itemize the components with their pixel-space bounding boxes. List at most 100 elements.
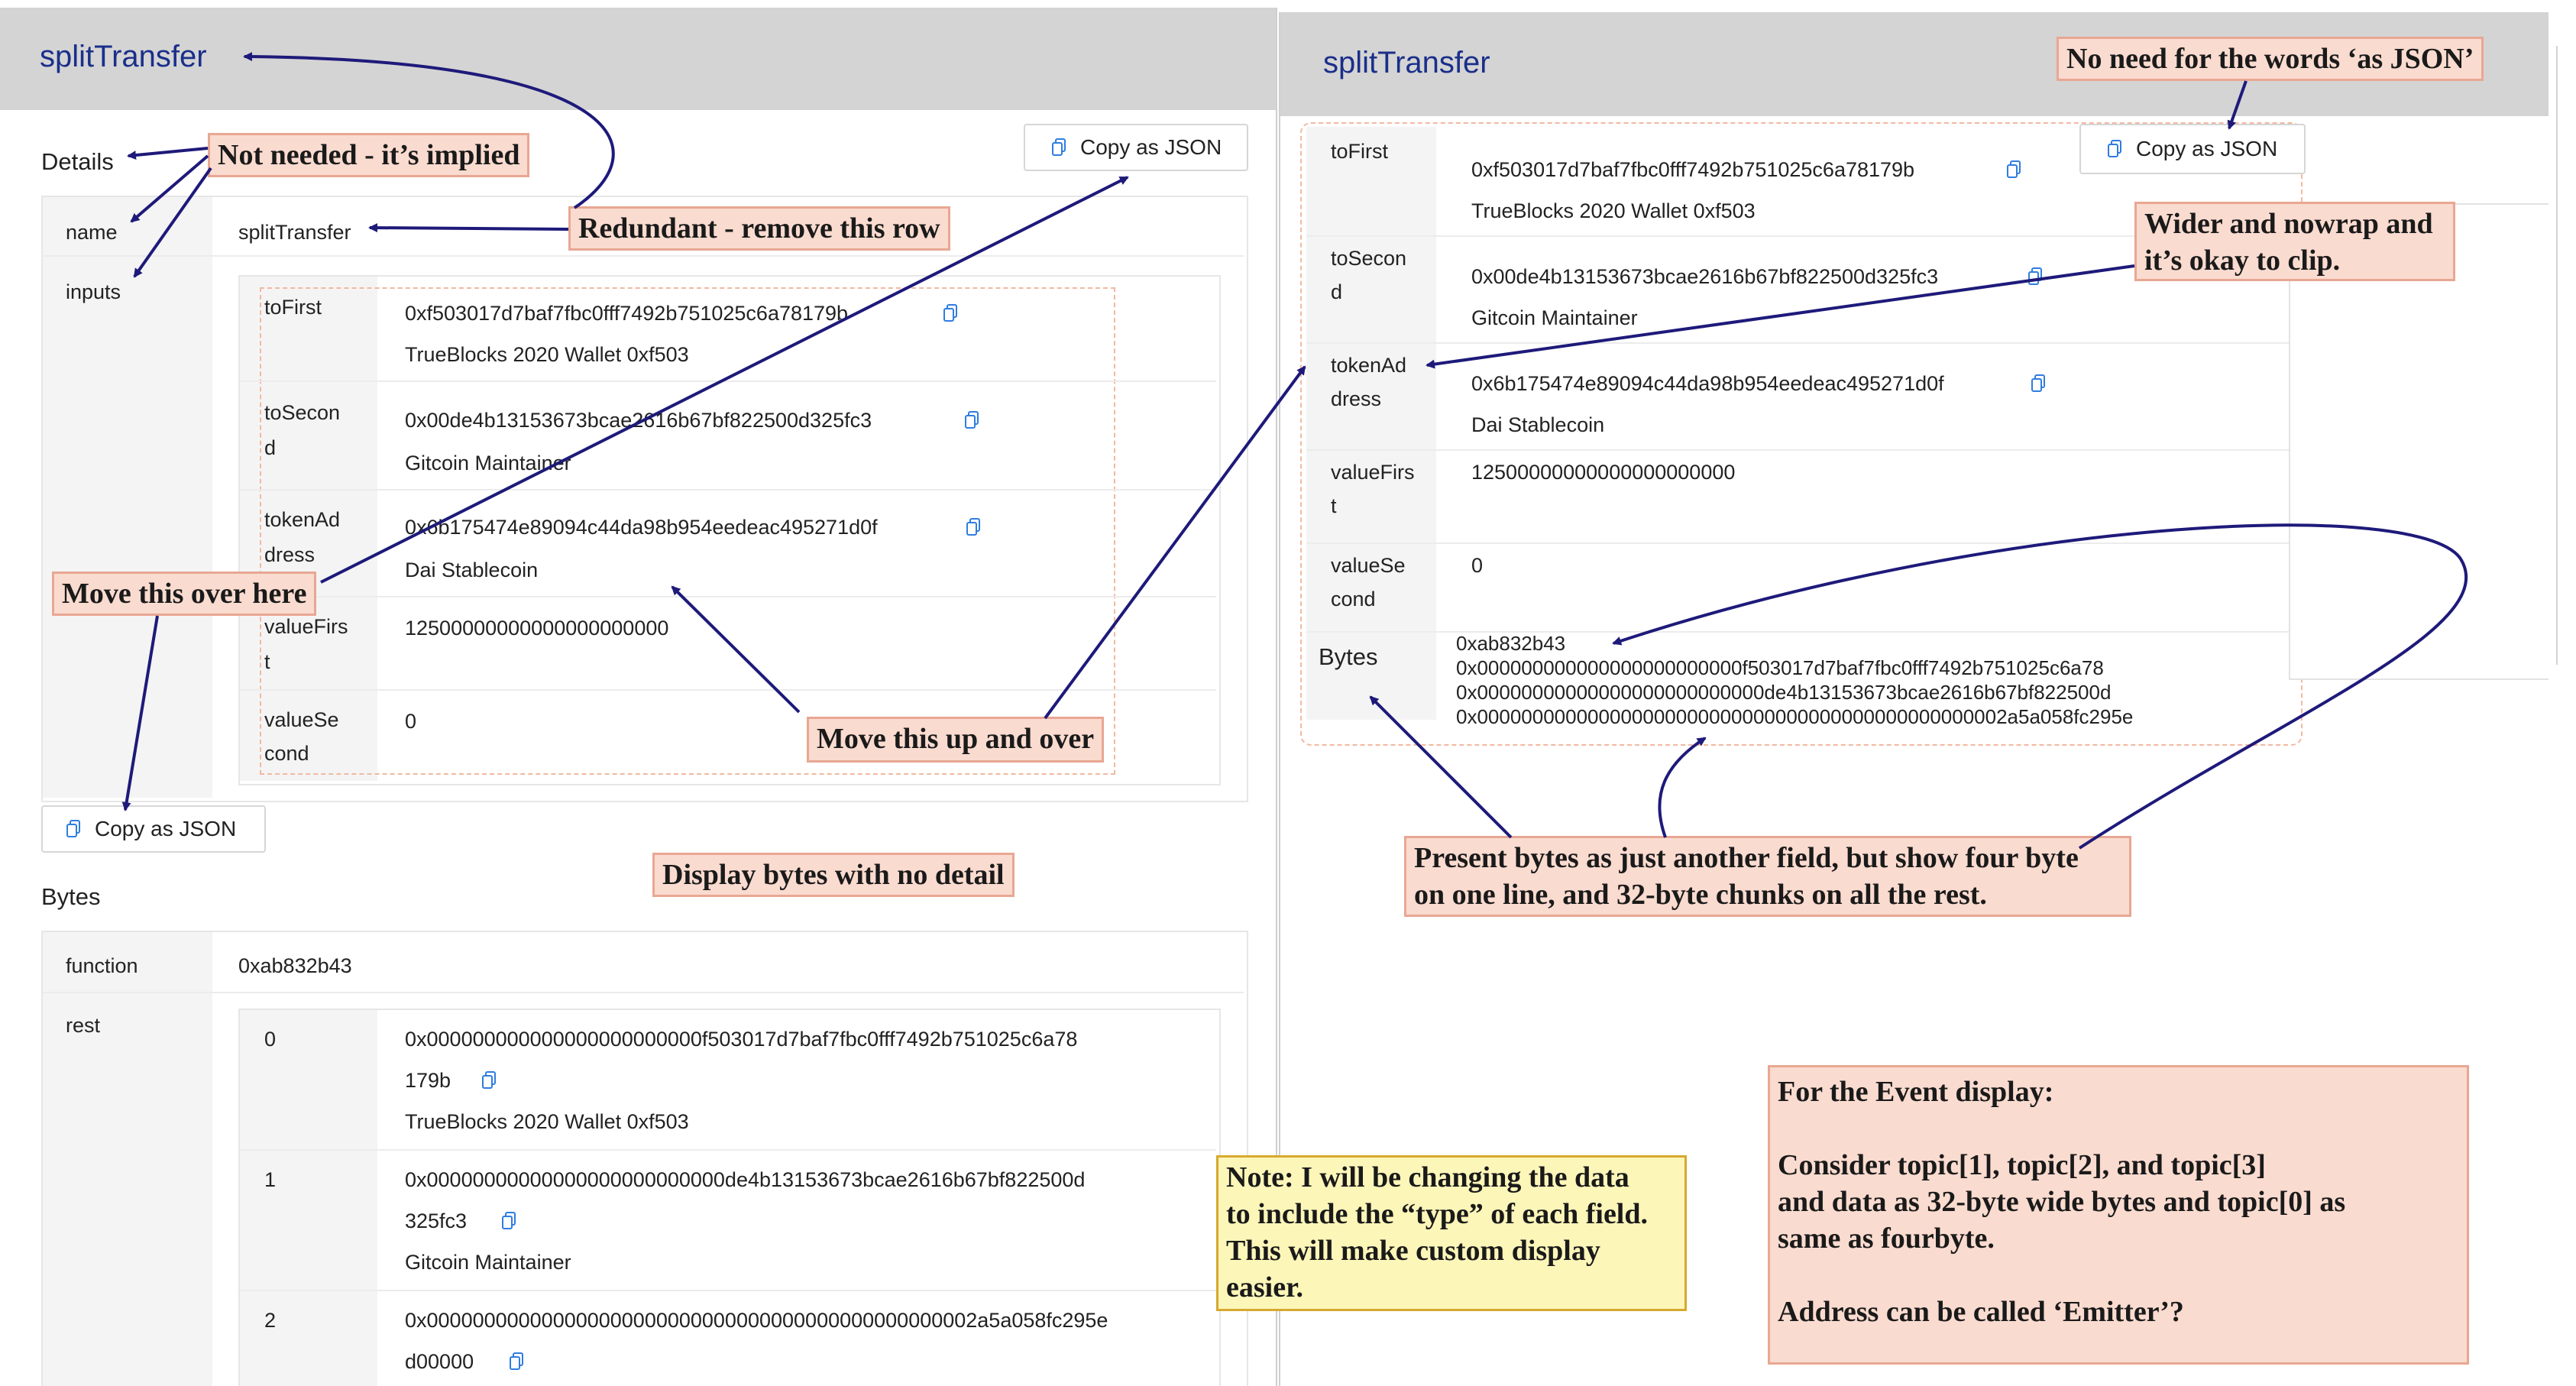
copy-icon — [2108, 140, 2121, 157]
copy-icon — [66, 820, 80, 837]
field-label-valuefirst-1: valueFirs — [1331, 461, 1415, 484]
annotation-note-line-4: easier. — [1226, 1271, 1303, 1303]
copy-icon — [1052, 138, 1066, 156]
annotation-no-need: No need for the words ‘as JSON’ — [2057, 37, 2484, 81]
input-sub-tosecond: Gitcoin Maintainer — [405, 452, 571, 474]
copy-json-bottom-button[interactable]: Copy as JSON — [41, 805, 266, 853]
input-value-valuefirst[interactable]: 12500000000000000000000 — [405, 611, 668, 645]
input-label-valuesecond-2: cond — [264, 742, 309, 765]
rest-index-column — [240, 1010, 377, 1386]
left-header: splitTransfer — [0, 8, 1276, 110]
rest-line1-1[interactable]: 0x00000000000000000000000000de4b13153673… — [405, 1163, 1085, 1197]
annotation-event-display: For the Event display: Consider topic[1]… — [1768, 1065, 2469, 1365]
copy-icon[interactable] — [966, 518, 981, 536]
copy-json-right-label: Copy as JSON — [2136, 137, 2278, 160]
copy-icon[interactable] — [2027, 267, 2043, 286]
row-divider — [43, 255, 1244, 257]
copy-icon[interactable] — [481, 1071, 497, 1090]
annotation-move-up: Move this up and over — [807, 717, 1105, 763]
annotation-event-line-4: same as fourbyte. — [1778, 1222, 1995, 1255]
details-label: Details — [41, 148, 114, 175]
field-label-tosecond-1: toSecon — [1331, 247, 1407, 270]
bytes-line-chunk-2[interactable]: 0x00000000000000000000000000de4b13153673… — [1456, 680, 2111, 704]
name-label: name — [66, 221, 118, 244]
inputs-label: inputs — [66, 280, 121, 303]
field-sub-tokenaddress: Dai Stablecoin — [1471, 413, 1605, 436]
row-divider — [1306, 342, 2296, 344]
field-sub-tofirst: TrueBlocks 2020 Wallet 0xf503 — [1471, 199, 1756, 222]
field-value-tokenaddress[interactable]: 0x6b175474e89094c44da98b954eedeac495271d… — [1471, 367, 1944, 400]
input-value-tofirst[interactable]: 0xf503017d7baf7fbc0fff7492b751025c6a7817… — [405, 296, 848, 330]
row-divider — [1306, 631, 2296, 633]
field-value-tofirst[interactable]: 0xf503017d7baf7fbc0fff7492b751025c6a7817… — [1471, 153, 1914, 186]
bytes-label-column — [43, 932, 212, 1386]
field-label-tosecond-2: d — [1331, 280, 1343, 303]
annotation-move-over: Move this over here — [52, 572, 317, 616]
input-value-tosecond[interactable]: 0x00de4b13153673bcae2616b67bf822500d325f… — [405, 403, 872, 437]
field-label-tokenaddress-1: tokenAd — [1331, 354, 1407, 377]
rest-label: rest — [66, 1014, 101, 1037]
bytes-line-chunk-1[interactable]: 0x000000000000000000000000f503017d7baf7f… — [1456, 656, 2104, 680]
input-sub-tofirst: TrueBlocks 2020 Wallet 0xf503 — [405, 343, 689, 366]
row-divider — [43, 992, 1244, 993]
row-divider — [240, 689, 1216, 691]
copy-icon[interactable] — [2031, 374, 2046, 393]
field-sub-tosecond: Gitcoin Maintainer — [1471, 306, 1638, 329]
field-label-valuesecond-1: valueSe — [1331, 554, 1406, 577]
row-divider — [1306, 449, 2296, 451]
copy-icon[interactable] — [501, 1212, 516, 1230]
annotation-wider: Wider and nowrap and it’s okay to clip. — [2134, 202, 2455, 281]
input-value-valuesecond[interactable]: 0 — [405, 704, 416, 738]
right-title: splitTransfer — [1323, 46, 1490, 79]
copy-icon[interactable] — [964, 411, 979, 429]
field-value-tosecond[interactable]: 0x00de4b13153673bcae2616b67bf822500d325f… — [1471, 260, 1938, 293]
field-label-tofirst: toFirst — [1331, 140, 1389, 163]
annotation-wider-line-1: Wider and nowrap and — [2144, 208, 2433, 240]
annotation-note-type: Note: I will be changing the data to inc… — [1216, 1155, 1687, 1311]
rest-index-1: 1 — [264, 1168, 277, 1191]
field-value-valuefirst[interactable]: 12500000000000000000000 — [1471, 455, 1735, 489]
row-divider — [240, 489, 1216, 491]
input-label-valuefirst-2: t — [264, 650, 270, 673]
input-sub-tokenaddress: Dai Stablecoin — [405, 559, 539, 581]
rest-sub-1: Gitcoin Maintainer — [405, 1251, 571, 1274]
field-value-valuesecond[interactable]: 0 — [1471, 549, 1483, 582]
rest-sub-0: TrueBlocks 2020 Wallet 0xf503 — [405, 1110, 689, 1133]
annotation-event-line-3: and data as 32-byte wide bytes and topic… — [1778, 1186, 2346, 1218]
copy-json-right-button[interactable]: Copy as JSON — [2079, 124, 2306, 174]
input-label-tokenaddress-1: tokenAd — [264, 508, 341, 531]
input-value-tokenaddress[interactable]: 0x6b175474e89094c44da98b954eedeac495271d… — [405, 510, 878, 544]
annotation-present-bytes: Present bytes as just another field, but… — [1404, 836, 2131, 917]
annotation-event-line-5: Address can be called ‘Emitter’? — [1778, 1296, 2184, 1328]
function-label: function — [66, 954, 138, 977]
bytes-section-label: Bytes — [41, 883, 101, 910]
rest-line1-2[interactable]: 0x00000000000000000000000000000000000000… — [405, 1303, 1108, 1337]
input-label-tosecond-1: toSecon — [264, 401, 341, 424]
row-divider — [240, 596, 1216, 597]
copy-icon[interactable] — [943, 304, 958, 322]
copy-json-top-label: Copy as JSON — [1080, 135, 1222, 159]
annotation-event-line-1: For the Event display: — [1778, 1076, 2054, 1108]
annotation-note-line-1: Note: I will be changing the data — [1226, 1161, 1629, 1193]
function-value: 0xab832b43 — [238, 954, 352, 977]
bytes-line-fourbyte[interactable]: 0xab832b43 — [1456, 631, 1565, 656]
annotation-redundant: Redundant - remove this row — [568, 206, 950, 251]
rest-line2-1[interactable]: 325fc3 — [405, 1204, 467, 1238]
input-label-valuesecond-1: valueSe — [264, 708, 339, 731]
row-divider — [240, 1290, 1216, 1291]
copy-json-top-button[interactable]: Copy as JSON — [1024, 124, 1248, 171]
bytes-field-label: Bytes — [1319, 643, 1378, 670]
annotation-event-line-2: Consider topic[1], topic[2], and topic[3… — [1778, 1149, 2266, 1181]
input-label-tokenaddress-2: dress — [264, 543, 316, 566]
far-right-window-strip — [2556, 46, 2576, 665]
copy-icon[interactable] — [2006, 160, 2021, 179]
rest-line1-0[interactable]: 0x000000000000000000000000f503017d7baf7f… — [405, 1022, 1077, 1056]
rest-line2-0[interactable]: 179b — [405, 1064, 451, 1097]
input-label-tosecond-2: d — [264, 436, 277, 459]
bytes-line-chunk-3[interactable]: 0x00000000000000000000000000000000000000… — [1456, 704, 2133, 729]
copy-icon[interactable] — [509, 1352, 524, 1371]
rest-index-2: 2 — [264, 1309, 277, 1332]
rest-line2-2[interactable]: d00000 — [405, 1345, 474, 1378]
